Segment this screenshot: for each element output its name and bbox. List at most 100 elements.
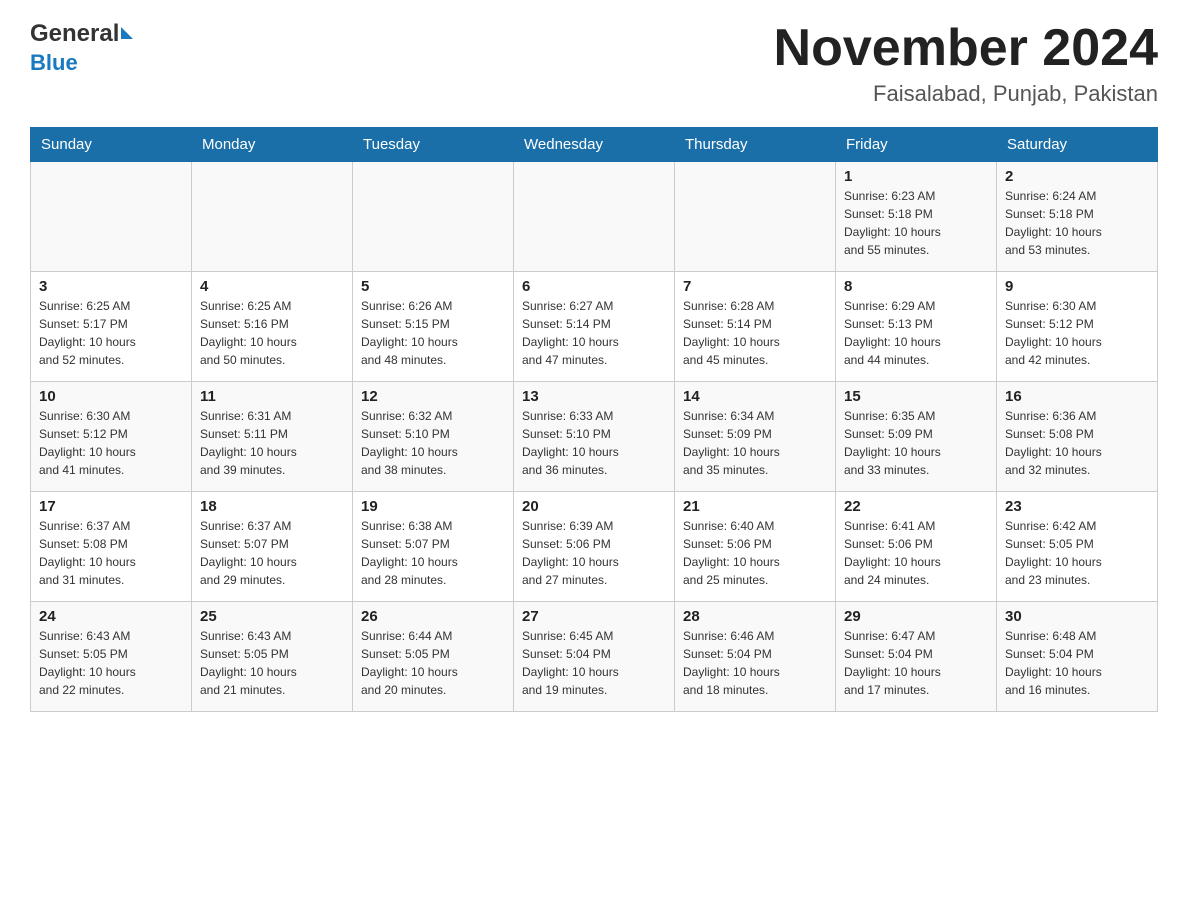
day-number: 26: [361, 608, 505, 625]
calendar-cell: 21 Sunrise: 6:40 AM Sunset: 5:06 PM Dayli…: [675, 492, 836, 602]
subtitle: Faisalabad, Punjab, Pakistan: [774, 81, 1158, 107]
header-saturday: Saturday: [997, 128, 1158, 162]
day-number: 17: [39, 498, 183, 515]
calendar-cell: 29 Sunrise: 6:47 AM Sunset: 5:04 PM Dayli…: [836, 602, 997, 712]
logo: General Blue: [30, 20, 133, 78]
day-number: 8: [844, 278, 988, 295]
day-info: Sunrise: 6:24 AM Sunset: 5:18 PM Dayligh…: [1005, 187, 1149, 259]
day-info: Sunrise: 6:36 AM Sunset: 5:08 PM Dayligh…: [1005, 407, 1149, 479]
day-number: 19: [361, 498, 505, 515]
day-info: Sunrise: 6:40 AM Sunset: 5:06 PM Dayligh…: [683, 517, 827, 589]
day-number: 28: [683, 608, 827, 625]
day-number: 29: [844, 608, 988, 625]
day-number: 24: [39, 608, 183, 625]
calendar-cell: 15Sunrise: 6:35 AM Sunset: 5:09 PM Dayli…: [836, 382, 997, 492]
day-info: Sunrise: 6:39 AM Sunset: 5:06 PM Dayligh…: [522, 517, 666, 589]
day-number: 12: [361, 388, 505, 405]
day-number: 9: [1005, 278, 1149, 295]
calendar-cell: 25 Sunrise: 6:43 AM Sunset: 5:05 PM Dayli…: [192, 602, 353, 712]
calendar-cell: [31, 162, 192, 272]
calendar-cell: 22 Sunrise: 6:41 AM Sunset: 5:06 PM Dayli…: [836, 492, 997, 602]
calendar-header-row: Sunday Monday Tuesday Wednesday Thursday…: [31, 128, 1158, 162]
day-info: Sunrise: 6:23 AM Sunset: 5:18 PM Dayligh…: [844, 187, 988, 259]
calendar-cell: 6 Sunrise: 6:27 AM Sunset: 5:14 PM Daylig…: [514, 272, 675, 382]
day-number: 22: [844, 498, 988, 515]
calendar-cell: 18Sunrise: 6:37 AM Sunset: 5:07 PM Dayli…: [192, 492, 353, 602]
day-info: Sunrise: 6:25 AM Sunset: 5:16 PM Dayligh…: [200, 297, 344, 369]
calendar-cell: 17 Sunrise: 6:37 AM Sunset: 5:08 PM Dayli…: [31, 492, 192, 602]
day-number: 6: [522, 278, 666, 295]
day-number: 11: [200, 388, 344, 405]
calendar-week-row: 3 Sunrise: 6:25 AM Sunset: 5:17 PM Daylig…: [31, 272, 1158, 382]
day-info: Sunrise: 6:33 AM Sunset: 5:10 PM Dayligh…: [522, 407, 666, 479]
day-info: Sunrise: 6:29 AM Sunset: 5:13 PM Dayligh…: [844, 297, 988, 369]
day-number: 2: [1005, 168, 1149, 185]
header-sunday: Sunday: [31, 128, 192, 162]
day-info: Sunrise: 6:38 AM Sunset: 5:07 PM Dayligh…: [361, 517, 505, 589]
title-section: November 2024 Faisalabad, Punjab, Pakist…: [774, 20, 1158, 107]
calendar-cell: 30Sunrise: 6:48 AM Sunset: 5:04 PM Dayli…: [997, 602, 1158, 712]
calendar-cell: 16Sunrise: 6:36 AM Sunset: 5:08 PM Dayli…: [997, 382, 1158, 492]
header-wednesday: Wednesday: [514, 128, 675, 162]
calendar-cell: 11 Sunrise: 6:31 AM Sunset: 5:11 PM Dayli…: [192, 382, 353, 492]
day-info: Sunrise: 6:42 AM Sunset: 5:05 PM Dayligh…: [1005, 517, 1149, 589]
calendar-cell: 24 Sunrise: 6:43 AM Sunset: 5:05 PM Dayli…: [31, 602, 192, 712]
calendar-cell: 2 Sunrise: 6:24 AM Sunset: 5:18 PM Daylig…: [997, 162, 1158, 272]
day-info: Sunrise: 6:27 AM Sunset: 5:14 PM Dayligh…: [522, 297, 666, 369]
day-info: Sunrise: 6:47 AM Sunset: 5:04 PM Dayligh…: [844, 627, 988, 699]
day-number: 14: [683, 388, 827, 405]
calendar-cell: [514, 162, 675, 272]
main-title: November 2024: [774, 20, 1158, 77]
calendar-table: Sunday Monday Tuesday Wednesday Thursday…: [30, 127, 1158, 712]
day-number: 1: [844, 168, 988, 185]
calendar-cell: 19 Sunrise: 6:38 AM Sunset: 5:07 PM Dayli…: [353, 492, 514, 602]
calendar-week-row: 10Sunrise: 6:30 AM Sunset: 5:12 PM Dayli…: [31, 382, 1158, 492]
calendar-cell: 14 Sunrise: 6:34 AM Sunset: 5:09 PM Dayli…: [675, 382, 836, 492]
header-monday: Monday: [192, 128, 353, 162]
day-number: 21: [683, 498, 827, 515]
calendar-cell: [192, 162, 353, 272]
calendar-week-row: 1 Sunrise: 6:23 AM Sunset: 5:18 PM Daylig…: [31, 162, 1158, 272]
calendar-cell: [675, 162, 836, 272]
day-info: Sunrise: 6:35 AM Sunset: 5:09 PM Dayligh…: [844, 407, 988, 479]
calendar-cell: 4Sunrise: 6:25 AM Sunset: 5:16 PM Daylig…: [192, 272, 353, 382]
day-number: 20: [522, 498, 666, 515]
logo-general: General: [30, 20, 119, 47]
day-info: Sunrise: 6:37 AM Sunset: 5:07 PM Dayligh…: [200, 517, 344, 589]
calendar-cell: 12 Sunrise: 6:32 AM Sunset: 5:10 PM Dayli…: [353, 382, 514, 492]
calendar-cell: 7Sunrise: 6:28 AM Sunset: 5:14 PM Daylig…: [675, 272, 836, 382]
page-header: General Blue November 2024 Faisalabad, P…: [30, 20, 1158, 107]
day-info: Sunrise: 6:43 AM Sunset: 5:05 PM Dayligh…: [200, 627, 344, 699]
day-number: 13: [522, 388, 666, 405]
calendar-cell: 26 Sunrise: 6:44 AM Sunset: 5:05 PM Dayli…: [353, 602, 514, 712]
day-info: Sunrise: 6:25 AM Sunset: 5:17 PM Dayligh…: [39, 297, 183, 369]
day-number: 3: [39, 278, 183, 295]
day-info: Sunrise: 6:37 AM Sunset: 5:08 PM Dayligh…: [39, 517, 183, 589]
calendar-cell: 28Sunrise: 6:46 AM Sunset: 5:04 PM Dayli…: [675, 602, 836, 712]
calendar-cell: 20 Sunrise: 6:39 AM Sunset: 5:06 PM Dayli…: [514, 492, 675, 602]
day-number: 10: [39, 388, 183, 405]
logo-triangle-icon: [121, 27, 133, 39]
calendar-week-row: 17 Sunrise: 6:37 AM Sunset: 5:08 PM Dayli…: [31, 492, 1158, 602]
day-info: Sunrise: 6:34 AM Sunset: 5:09 PM Dayligh…: [683, 407, 827, 479]
calendar-cell: 3 Sunrise: 6:25 AM Sunset: 5:17 PM Daylig…: [31, 272, 192, 382]
calendar-cell: 13 Sunrise: 6:33 AM Sunset: 5:10 PM Dayli…: [514, 382, 675, 492]
day-info: Sunrise: 6:44 AM Sunset: 5:05 PM Dayligh…: [361, 627, 505, 699]
day-number: 5: [361, 278, 505, 295]
logo-blue: Blue: [30, 50, 78, 75]
day-number: 7: [683, 278, 827, 295]
header-tuesday: Tuesday: [353, 128, 514, 162]
day-info: Sunrise: 6:41 AM Sunset: 5:06 PM Dayligh…: [844, 517, 988, 589]
header-thursday: Thursday: [675, 128, 836, 162]
day-info: Sunrise: 6:45 AM Sunset: 5:04 PM Dayligh…: [522, 627, 666, 699]
day-number: 25: [200, 608, 344, 625]
calendar-cell: 23Sunrise: 6:42 AM Sunset: 5:05 PM Dayli…: [997, 492, 1158, 602]
calendar-cell: 27 Sunrise: 6:45 AM Sunset: 5:04 PM Dayli…: [514, 602, 675, 712]
calendar-cell: 8 Sunrise: 6:29 AM Sunset: 5:13 PM Daylig…: [836, 272, 997, 382]
day-info: Sunrise: 6:43 AM Sunset: 5:05 PM Dayligh…: [39, 627, 183, 699]
calendar-cell: [353, 162, 514, 272]
day-info: Sunrise: 6:32 AM Sunset: 5:10 PM Dayligh…: [361, 407, 505, 479]
day-number: 27: [522, 608, 666, 625]
day-info: Sunrise: 6:31 AM Sunset: 5:11 PM Dayligh…: [200, 407, 344, 479]
day-info: Sunrise: 6:48 AM Sunset: 5:04 PM Dayligh…: [1005, 627, 1149, 699]
